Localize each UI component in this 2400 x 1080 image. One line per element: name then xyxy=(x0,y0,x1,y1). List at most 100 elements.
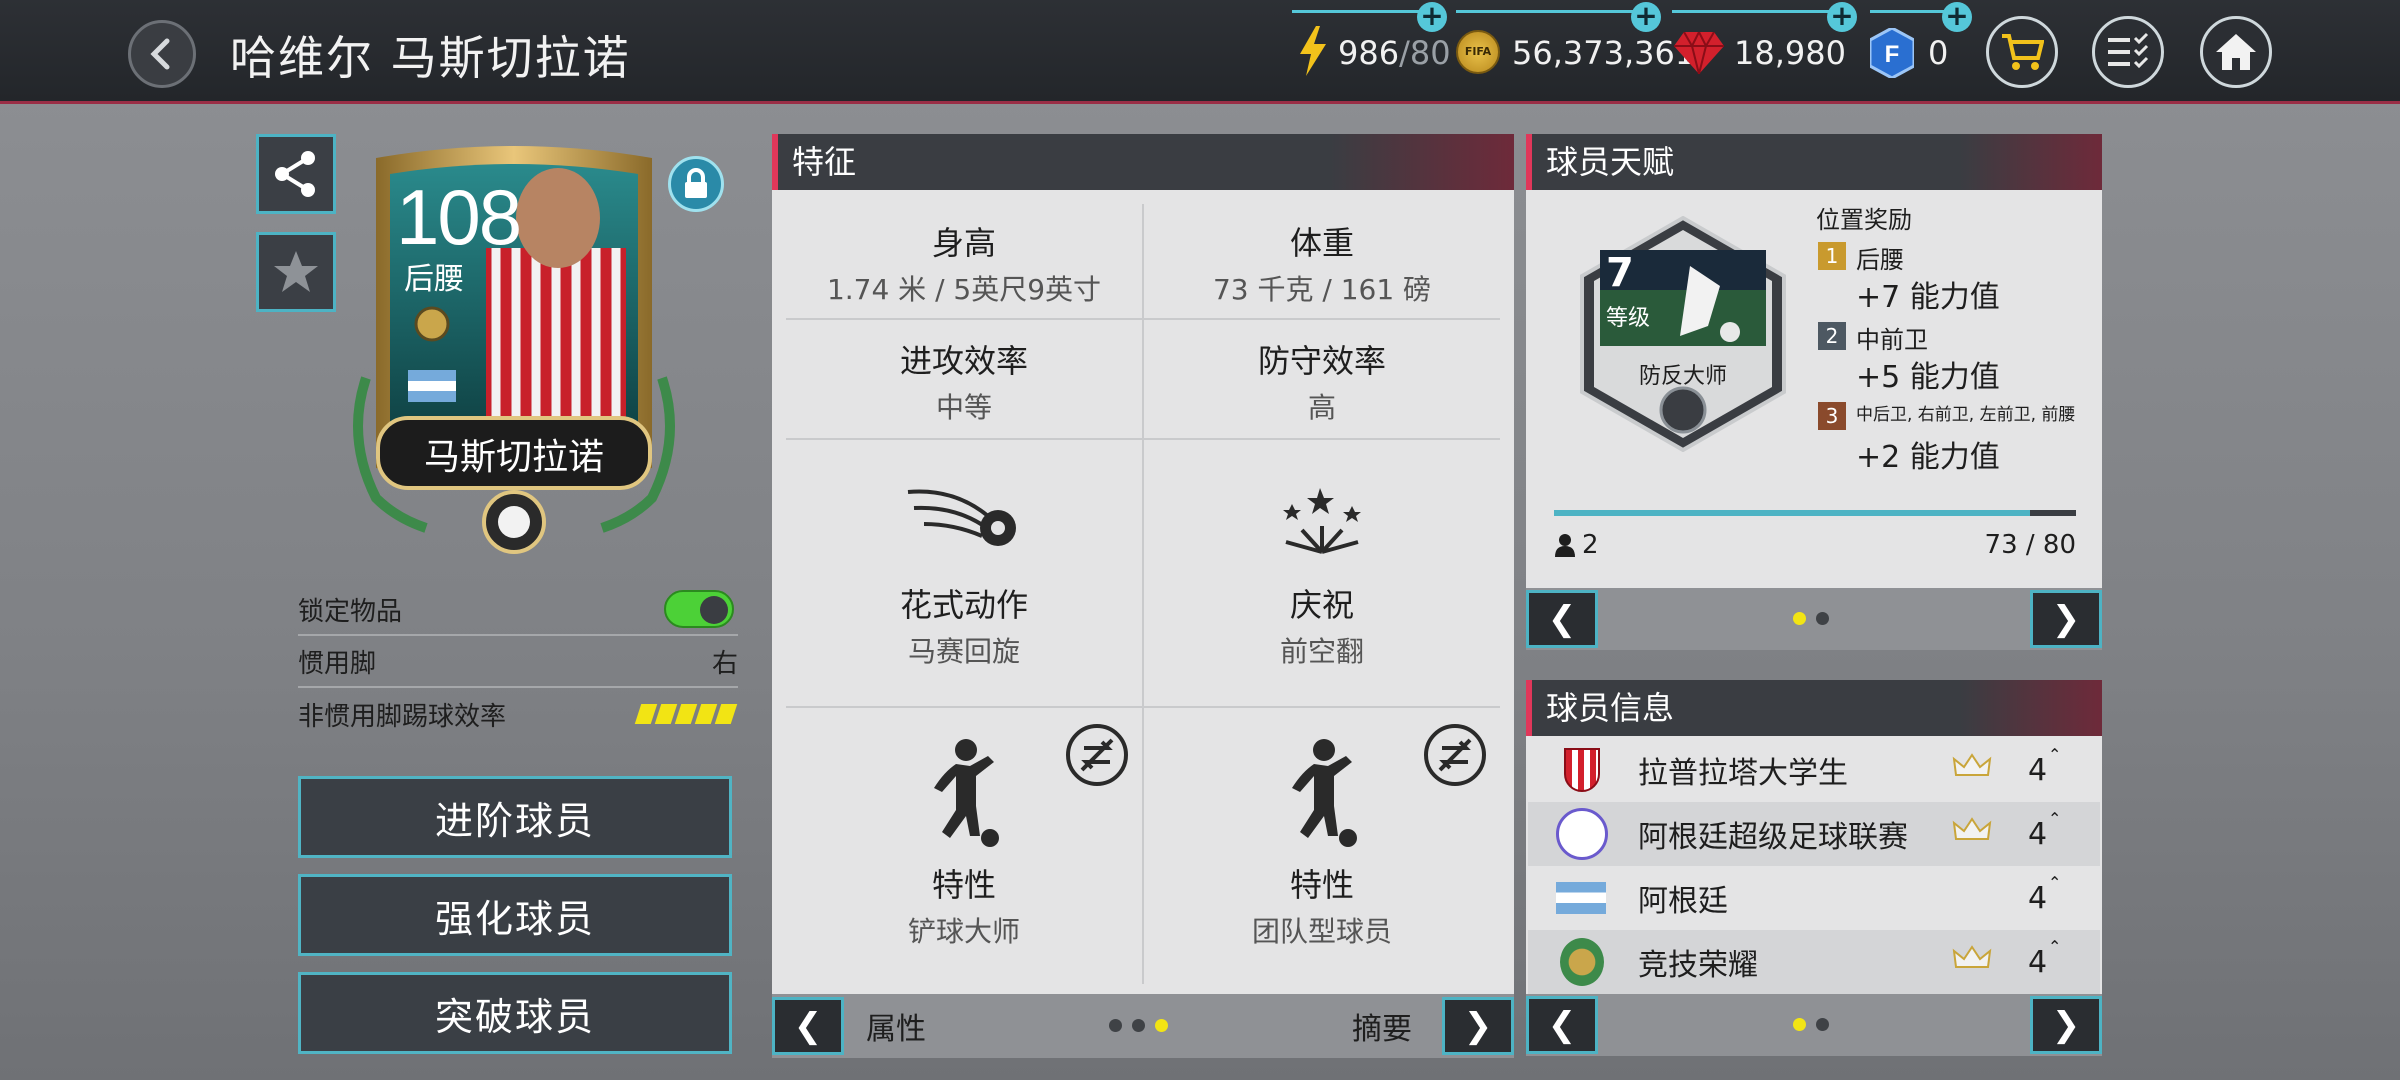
checklist-icon xyxy=(2108,32,2149,69)
player-card[interactable]: 108 后腰 马斯切拉诺 xyxy=(336,138,692,558)
trait-2-value: 团队型球员 xyxy=(1251,915,1392,948)
points-value: 0 xyxy=(1928,34,1949,72)
club-badge-icon xyxy=(1560,938,1604,986)
preferred-foot-value: 右 xyxy=(711,648,738,679)
info-row-value: 4 xyxy=(2028,752,2048,788)
weight-label: 体重 xyxy=(1289,224,1354,262)
swap-icon[interactable] xyxy=(1424,724,1486,786)
traits-next-button[interactable]: ❯ xyxy=(1442,997,1514,1055)
skill-points-value: 2 xyxy=(1582,530,1599,560)
chevron-left-icon xyxy=(150,38,170,70)
info-row[interactable]: 阿根廷 4 ⌃ xyxy=(1528,866,2100,930)
bonus-item: 2 中前卫 +5 能力值 xyxy=(1816,318,2102,398)
info-page-dot[interactable] xyxy=(1793,1017,1806,1031)
preferred-foot-label: 惯用脚 xyxy=(298,648,377,679)
crown-icon xyxy=(1952,751,1992,789)
lock-badge xyxy=(668,156,724,212)
share-button[interactable] xyxy=(256,134,336,214)
advance-player-button[interactable]: 进阶球员 xyxy=(298,776,732,858)
energy-plus-button[interactable]: + xyxy=(1417,2,1447,32)
points-plus-button[interactable]: + xyxy=(1942,2,1972,32)
crown-icon xyxy=(1952,943,1992,981)
skill-page-dot[interactable] xyxy=(1793,611,1806,625)
energy-counter: + 986/80 xyxy=(1292,0,1451,104)
skill-badge[interactable]: 7 等级 防反大师 xyxy=(1580,215,1786,453)
skill-page-dot[interactable] xyxy=(1816,611,1829,625)
bonus-item: 3 中后卫, 右前卫, 左前卫, 前腰 +2 能力值 xyxy=(1816,398,2102,478)
info-row[interactable]: 竞技荣耀 4 ⌃ xyxy=(1528,930,2100,994)
train-player-button[interactable]: 强化球员 xyxy=(298,874,732,956)
store-button[interactable] xyxy=(1986,16,2058,88)
info-page-dots xyxy=(1788,1016,1834,1035)
home-button[interactable] xyxy=(2200,16,2272,88)
favorite-button[interactable] xyxy=(256,232,336,312)
traits-prev-button[interactable]: ❮ xyxy=(772,997,844,1055)
tasks-button[interactable] xyxy=(2092,16,2164,88)
info-row-name: 竞技荣耀 xyxy=(1638,948,1758,983)
info-row-value: 4 xyxy=(2028,944,2048,980)
skill-next-button[interactable]: ❯ xyxy=(2030,590,2102,648)
back-button[interactable] xyxy=(128,20,196,88)
skill-move-label: 花式动作 xyxy=(899,586,1028,624)
page-title: 哈维尔 马斯切拉诺 xyxy=(230,31,631,85)
league-logo-icon xyxy=(1556,808,1608,860)
info-row-value: 4 xyxy=(2028,816,2048,852)
height-label: 身高 xyxy=(931,224,996,262)
trait-1-label: 特性 xyxy=(931,866,996,904)
coins-plus-button[interactable]: + xyxy=(1631,2,1661,32)
bonus-rank-badge: 2 xyxy=(1818,322,1846,350)
traits-prev-label: 属性 xyxy=(866,1012,926,1047)
traits-page-dots xyxy=(1104,1017,1173,1036)
bonus-position: 中后卫, 右前卫, 左前卫, 前腰 xyxy=(1856,405,2076,425)
traits-page-dot[interactable] xyxy=(1132,1018,1145,1032)
traits-page-dot[interactable] xyxy=(1109,1018,1122,1032)
height-cell: 身高 1.74 米 / 5英尺9英寸 xyxy=(786,218,1142,308)
info-next-button[interactable]: ❯ xyxy=(2030,996,2102,1054)
coins-value: 56,373,361 xyxy=(1512,34,1696,72)
bonus-rank-badge: 1 xyxy=(1818,242,1846,270)
gem-icon xyxy=(1674,29,1724,78)
coin-icon: FIFA xyxy=(1456,30,1500,74)
card-rating: 108 xyxy=(396,173,522,261)
skill-move-icon xyxy=(907,489,1016,546)
lock-row: 锁定物品 xyxy=(298,584,738,636)
lock-toggle[interactable] xyxy=(664,590,734,628)
bonus-value: +2 能力值 xyxy=(1856,440,2000,475)
gems-plus-button[interactable]: + xyxy=(1827,2,1857,32)
upgrade-arrow-icon: ⌃ xyxy=(2048,937,2062,956)
info-row[interactable]: 阿根廷超级足球联赛 4 ⌃ xyxy=(1528,802,2100,866)
skill-page-dots xyxy=(1788,610,1834,629)
attack-rate-cell: 进攻效率 中等 xyxy=(786,336,1142,426)
weak-foot-star xyxy=(714,704,738,724)
club-crest-icon xyxy=(1564,748,1600,792)
traits-panel: 特征 xyxy=(772,134,1514,190)
cart-icon xyxy=(2002,34,2044,70)
breakthrough-player-button[interactable]: 突破球员 xyxy=(298,972,732,1054)
upgrade-arrow-icon: ⌃ xyxy=(2048,745,2062,764)
celebration-value: 前空翻 xyxy=(1279,635,1364,668)
info-page-dot[interactable] xyxy=(1816,1017,1829,1031)
player-info-title: 球员信息 xyxy=(1526,680,2102,736)
trait-2-label: 特性 xyxy=(1289,866,1354,904)
traits-page-dot[interactable] xyxy=(1155,1018,1168,1032)
info-row[interactable]: 拉普拉塔大学生 4 ⌃ xyxy=(1528,738,2100,802)
lightning-icon xyxy=(1298,26,1328,80)
info-prev-button[interactable]: ❮ xyxy=(1526,996,1598,1054)
skill-panel-body: 7 等级 防反大师 位置奖励 1 后腰 +7 能力值 2 中前卫 +5 能力值 3 中后卫, … xyxy=(1526,190,2102,588)
skill-nav-bar: ❮ ❯ xyxy=(1526,588,2102,650)
bonus-list: 1 后腰 +7 能力值 2 中前卫 +5 能力值 3 中后卫, 右前卫, 左前卫, 前腰 +2 … xyxy=(1816,238,2102,478)
preferred-foot-row: 惯用脚 右 xyxy=(298,636,738,688)
skill-move-cell[interactable]: 花式动作 马赛回旋 xyxy=(786,482,1142,670)
defense-rate-cell: 防守效率 高 xyxy=(1144,336,1500,426)
upgrade-arrow-icon: ⌃ xyxy=(2048,873,2062,892)
swap-icon[interactable] xyxy=(1066,724,1128,786)
skill-points: 2 xyxy=(1554,530,1599,560)
weak-foot-row: 非惯用脚踢球效率 xyxy=(298,688,738,740)
skill-prev-button[interactable]: ❮ xyxy=(1526,590,1598,648)
bonus-rank-badge: 3 xyxy=(1818,402,1846,430)
defense-rate-value: 高 xyxy=(1307,391,1336,424)
share-icon xyxy=(275,151,315,197)
weak-foot-label: 非惯用脚踢球效率 xyxy=(298,701,507,732)
skill-level-label: 等级 xyxy=(1606,306,1651,331)
celebration-cell[interactable]: 庆祝 前空翻 xyxy=(1144,482,1500,670)
